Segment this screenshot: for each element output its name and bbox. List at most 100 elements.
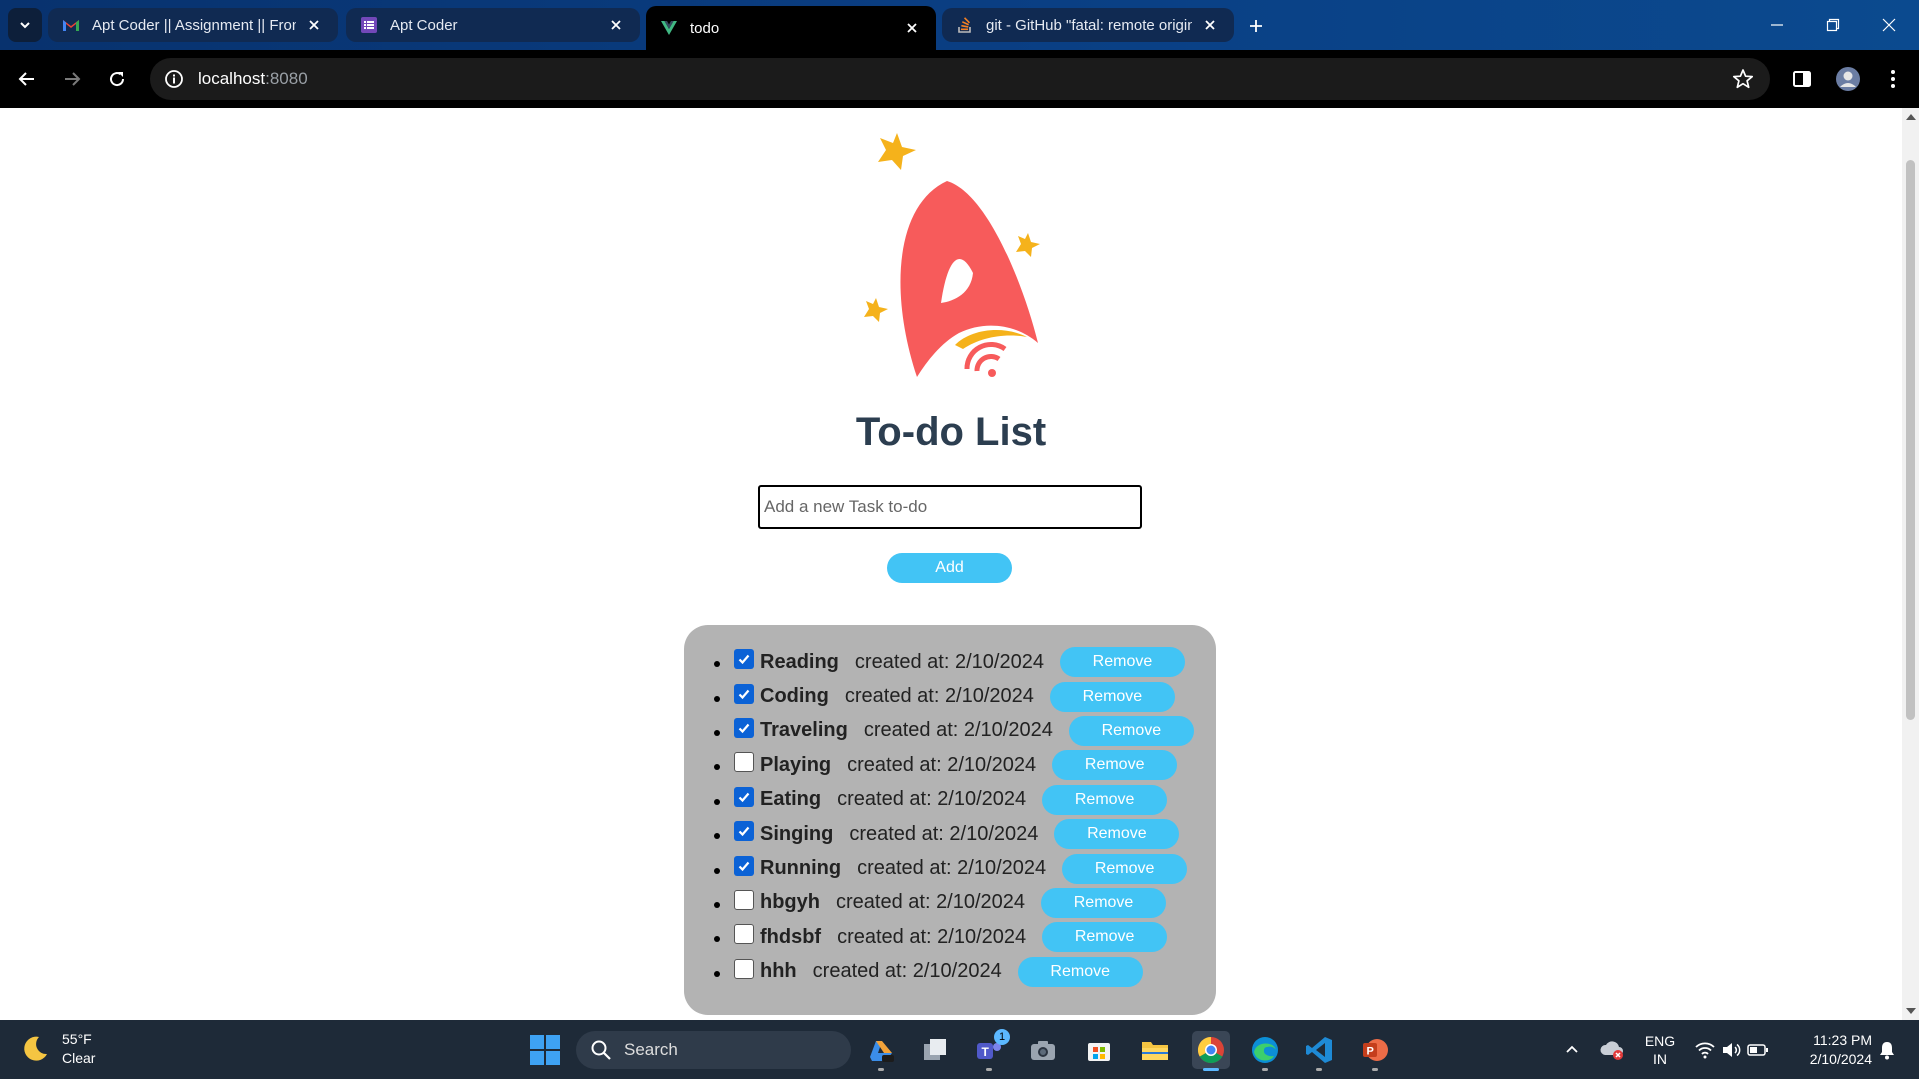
minimize-icon [1771, 24, 1783, 26]
new-tab-button[interactable] [1240, 10, 1272, 42]
checkmark-icon [738, 826, 750, 837]
address-bar[interactable]: localhost:8080 [150, 58, 1770, 100]
todo-list-container: Reading created at: 2/10/2024 Remove Cod… [684, 625, 1216, 1015]
remove-button[interactable]: Remove [1017, 956, 1143, 987]
browser-menu-button[interactable] [1876, 62, 1910, 96]
teams-app[interactable]: T 1 [970, 1029, 1010, 1071]
tab-title: Apt Coder || Assignment || Front [92, 16, 296, 34]
bullet-dot [714, 798, 720, 805]
todo-created-at: created at: 2/10/2024 [837, 788, 1027, 811]
bullet-dot [714, 970, 720, 977]
forms-icon [361, 17, 377, 33]
todo-checkbox[interactable] [734, 821, 754, 842]
windows-start-icon[interactable] [529, 1034, 561, 1066]
profile-avatar[interactable] [1831, 62, 1865, 96]
taskbar-search[interactable]: Search [576, 1031, 851, 1069]
add-button[interactable]: Add [887, 553, 1012, 583]
todo-checkbox[interactable] [734, 786, 754, 807]
todo-checkbox[interactable] [734, 649, 754, 670]
camera-app[interactable] [1024, 1031, 1062, 1069]
chrome-icon [1197, 1036, 1224, 1064]
tab-github-fatal[interactable]: git - GitHub "fatal: remote origin [942, 8, 1234, 42]
close-window-button[interactable] [1861, 0, 1917, 50]
edge-app[interactable] [1246, 1031, 1284, 1071]
remove-button[interactable]: Remove [1042, 784, 1168, 815]
todo-checkbox[interactable] [734, 717, 754, 738]
scroll-down-arrow-icon[interactable] [1906, 1008, 1916, 1014]
system-clock[interactable]: 11:23 PM 2/10/2024 [1782, 1020, 1872, 1079]
back-button[interactable] [10, 62, 44, 96]
quick-settings[interactable] [1690, 1020, 1774, 1079]
restore-button[interactable] [1805, 0, 1861, 50]
copilot-icon [870, 1041, 894, 1062]
checkmark-icon [738, 861, 750, 871]
onedrive-status[interactable] [1597, 1020, 1627, 1079]
side-panel-icon [1793, 71, 1811, 87]
chrome-app[interactable] [1192, 1031, 1230, 1071]
remove-button[interactable]: Remove [1041, 887, 1167, 918]
close-icon[interactable] [304, 15, 324, 35]
new-task-input[interactable] [758, 485, 1142, 529]
bullet-dot [714, 695, 720, 702]
file-explorer-app[interactable] [1136, 1031, 1174, 1069]
reload-button[interactable] [100, 62, 134, 96]
scroll-up-arrow-icon[interactable] [1906, 114, 1916, 120]
windows-taskbar: 55°F Clear Search T 1 P ENG IN 11:23 PM … [0, 1020, 1919, 1079]
close-icon[interactable] [1200, 15, 1220, 35]
bell-icon [1880, 1041, 1894, 1059]
store-app[interactable] [1080, 1031, 1118, 1069]
side-panel-button[interactable] [1785, 62, 1819, 96]
lang-code: ENG [1644, 1032, 1676, 1049]
todo-checkbox[interactable] [734, 958, 754, 979]
remove-button[interactable]: Remove [1049, 681, 1175, 712]
info-icon[interactable] [164, 69, 184, 89]
tab-strip: Apt Coder || Assignment || Front Apt Cod… [0, 0, 1919, 50]
language-indicator[interactable]: ENG IN [1640, 1020, 1680, 1079]
remove-button[interactable]: Remove [1052, 750, 1178, 781]
page-viewport: To-do List Add Reading created at: 2/10/… [0, 108, 1902, 1020]
notifications-button[interactable] [1872, 1020, 1902, 1079]
store-icon [1088, 1043, 1110, 1061]
forward-button[interactable] [55, 62, 89, 96]
remove-button[interactable]: Remove [1062, 853, 1188, 884]
page-scrollbar[interactable] [1902, 108, 1919, 1020]
remove-button[interactable]: Remove [1054, 819, 1180, 850]
powerpoint-app[interactable]: P [1356, 1031, 1394, 1071]
todo-checkbox[interactable] [734, 752, 754, 773]
todo-checkbox[interactable] [734, 889, 754, 910]
todo-created-at: created at: 2/10/2024 [863, 719, 1053, 742]
show-hidden-icons-button[interactable] [1560, 1020, 1584, 1079]
tab-apt-coder-assignment[interactable]: Apt Coder || Assignment || Front [48, 8, 338, 42]
todo-item: Reading created at: 2/10/2024 Remove [714, 645, 1194, 679]
todo-name: Playing [760, 753, 832, 776]
todo-created-at: created at: 2/10/2024 [836, 891, 1026, 914]
todo-name: Reading [760, 650, 839, 673]
todo-name: Eating [760, 788, 822, 811]
vscode-app[interactable] [1300, 1031, 1338, 1071]
tab-apt-coder[interactable]: Apt Coder [346, 8, 640, 42]
scroll-thumb[interactable] [1906, 160, 1915, 720]
clock-time: 11:23 PM [1813, 1031, 1872, 1048]
bullet-dot [714, 833, 720, 840]
todo-name: Traveling [760, 719, 848, 742]
bullet-dot [714, 901, 720, 908]
todo-item: hbgyh created at: 2/10/2024 Remove [714, 886, 1194, 920]
minimize-button[interactable] [1749, 0, 1805, 50]
folder-icon [1142, 1042, 1168, 1060]
close-icon[interactable] [606, 15, 626, 35]
tab-search-button[interactable] [8, 8, 42, 42]
stackoverflow-icon [958, 17, 971, 33]
remove-button[interactable]: Remove [1059, 647, 1185, 678]
todo-checkbox[interactable] [734, 683, 754, 704]
remove-button[interactable]: Remove [1068, 715, 1194, 746]
bookmark-star-icon[interactable] [1732, 68, 1754, 90]
camera-icon [1031, 1041, 1055, 1060]
todo-checkbox[interactable] [734, 855, 754, 876]
close-icon[interactable] [902, 18, 922, 38]
weather-widget[interactable]: 55°F Clear [20, 1030, 95, 1068]
todo-checkbox[interactable] [734, 924, 754, 945]
remove-button[interactable]: Remove [1042, 922, 1168, 953]
copilot-app[interactable] [862, 1031, 900, 1071]
task-view-app[interactable] [916, 1031, 954, 1069]
tab-todo[interactable]: todo [646, 6, 936, 50]
